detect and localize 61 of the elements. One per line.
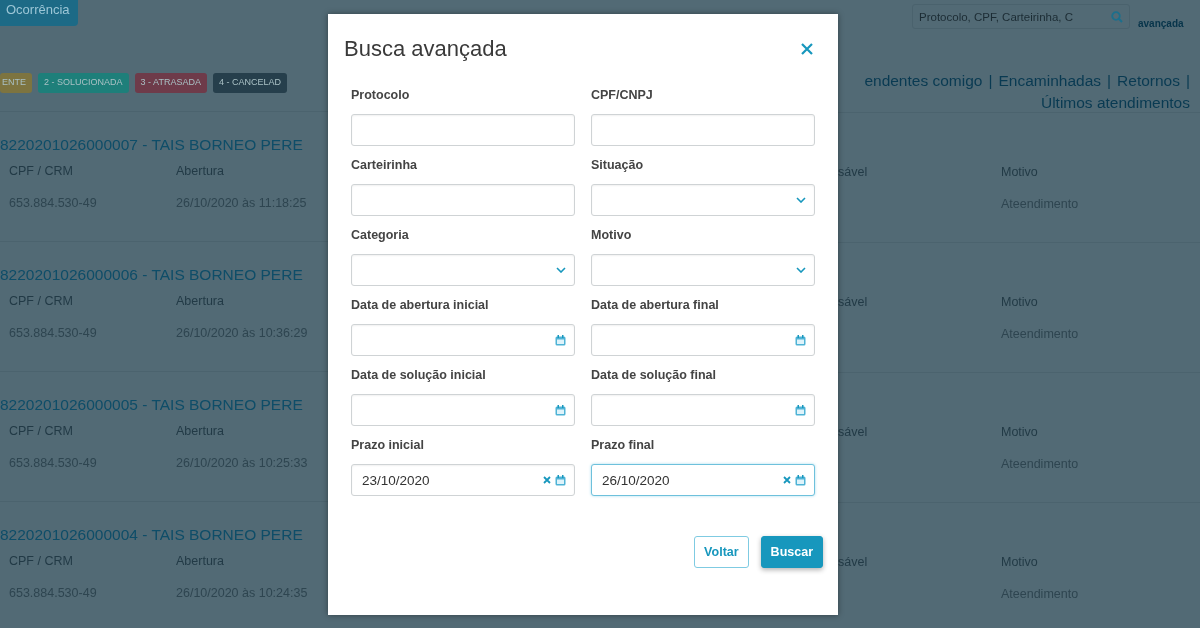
field-label: Data de abertura final	[591, 298, 720, 314]
select-field[interactable]	[591, 254, 815, 286]
new-occurrence-button[interactable]: Ocorrência	[0, 0, 78, 26]
field-label: CPF/CNPJ	[591, 88, 654, 104]
search-field[interactable]: Protocolo, CPF, Carteirinha, C	[912, 4, 1130, 29]
field-label: Prazo final	[591, 438, 656, 454]
field-label: Carteirinha	[351, 158, 418, 174]
field-label: Prazo inicial	[351, 438, 425, 454]
field-label: Data de abertura inicial	[351, 298, 490, 314]
clear-icon[interactable]	[543, 476, 551, 484]
date-field[interactable]	[351, 394, 575, 426]
field-value: 26/10/2020	[602, 472, 671, 488]
input-field[interactable]	[351, 184, 575, 216]
clear-icon[interactable]	[783, 476, 791, 484]
calendar-icon[interactable]	[555, 334, 566, 346]
chevron-down-icon	[796, 267, 806, 273]
nav-link[interactable]: Encaminhadas	[998, 72, 1102, 90]
search-icon[interactable]	[1111, 10, 1123, 23]
field-label: Situação	[591, 158, 645, 174]
calendar-icon[interactable]	[795, 474, 806, 486]
date-field[interactable]	[351, 324, 575, 356]
field-label: Categoria	[351, 228, 410, 244]
close-icon[interactable]	[801, 43, 813, 55]
calendar-icon[interactable]	[795, 404, 806, 416]
calendar-icon[interactable]	[555, 474, 566, 486]
record-title-link[interactable]: 8220201026000005 - TAIS BORNEO PERE	[0, 396, 328, 424]
separator: |	[1185, 72, 1190, 90]
advanced-search-link[interactable]: avançada	[1138, 18, 1184, 29]
separator: |	[1107, 72, 1112, 90]
input-field[interactable]	[351, 114, 575, 146]
date-field[interactable]	[591, 324, 815, 356]
select-field[interactable]	[351, 254, 575, 286]
field-label: Protocolo	[351, 88, 411, 104]
field-label: Data de solução final	[591, 368, 718, 384]
separator: |	[988, 72, 993, 90]
dialog-title: Busca avançada	[344, 36, 507, 62]
date-field[interactable]	[591, 394, 815, 426]
calendar-icon[interactable]	[555, 404, 566, 416]
nav-link[interactable]: Retornos	[1117, 72, 1180, 90]
search-button[interactable]: Buscar	[760, 536, 823, 568]
calendar-icon[interactable]	[795, 334, 806, 346]
record-title-link[interactable]: 8220201026000007 - TAIS BORNEO PERE	[0, 136, 328, 164]
nav-link[interactable]: Últimos atendimentos	[1040, 94, 1190, 112]
status-tag[interactable]: 2 - SOLUCIONADA	[38, 73, 129, 93]
back-button[interactable]: Voltar	[694, 536, 749, 568]
field-label: Data de solução inicial	[351, 368, 487, 384]
record-title-link[interactable]: 8220201026000004 - TAIS BORNEO PERE	[0, 526, 328, 554]
chevron-down-icon	[556, 267, 566, 273]
status-tag[interactable]: 4 - CANCELAD	[212, 73, 287, 93]
select-field[interactable]	[591, 184, 815, 216]
search-placeholder: Protocolo, CPF, Carteirinha, C	[919, 10, 1075, 23]
field-label: Motivo	[591, 228, 633, 244]
field-value: 23/10/2020	[362, 472, 431, 488]
status-tag[interactable]: ENTE	[0, 73, 32, 93]
chevron-down-icon	[796, 197, 806, 203]
status-tag[interactable]: 3 - ATRASADA	[134, 73, 207, 93]
date-field[interactable]: 23/10/2020	[351, 464, 575, 496]
date-field[interactable]: 26/10/2020	[591, 464, 815, 496]
record-title-link[interactable]: 8220201026000006 - TAIS BORNEO PERE	[0, 266, 328, 294]
nav-link[interactable]: endentes comigo	[864, 72, 983, 90]
input-field[interactable]	[591, 114, 815, 146]
